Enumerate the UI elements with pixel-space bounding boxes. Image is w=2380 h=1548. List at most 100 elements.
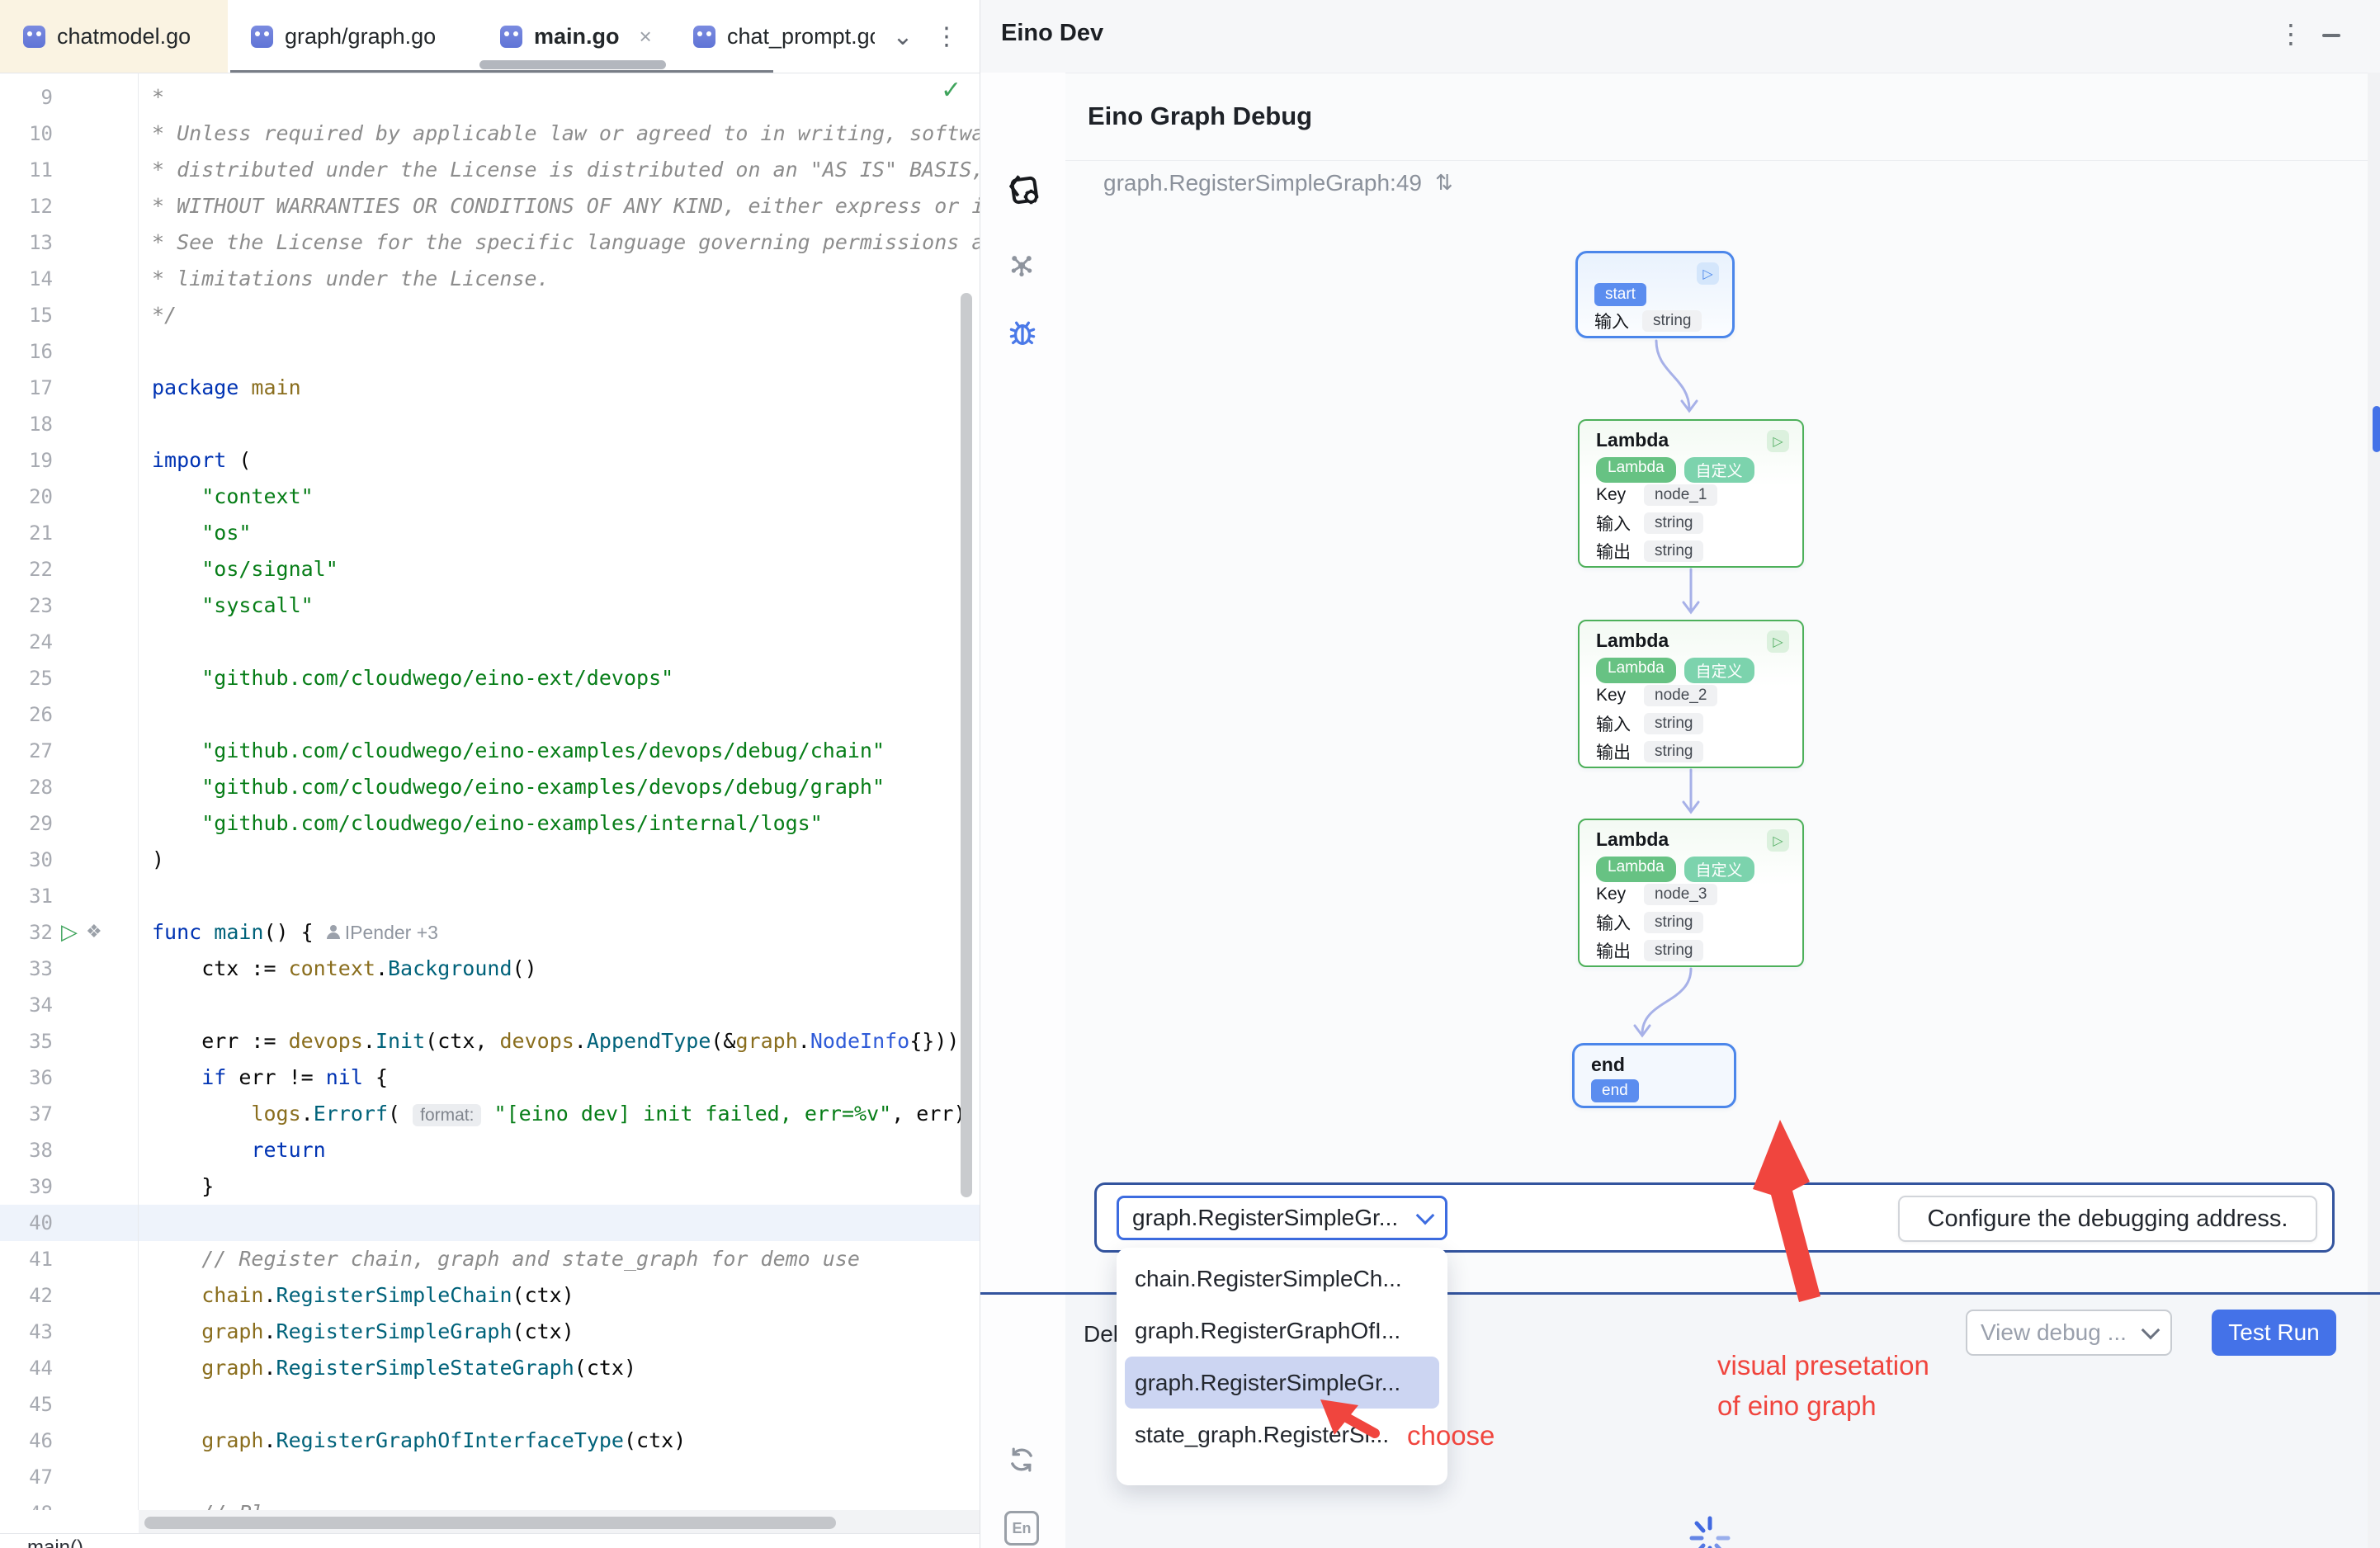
line-number: 39 [0, 1168, 53, 1205]
code-line: 10* Unless required by applicable law or… [0, 116, 980, 152]
code-editor[interactable]: 9*10* Unless required by applicable law … [0, 73, 980, 1510]
configure-address-button[interactable]: Configure the debugging address. [1898, 1196, 2317, 1242]
code-line: 17package main [0, 370, 980, 406]
node-type-badge: end [1591, 1079, 1639, 1102]
chevron-down-icon [2142, 1321, 2160, 1340]
line-number: 47 [0, 1459, 53, 1495]
gutter-divider [138, 73, 139, 1510]
graph-node-node_2[interactable]: Lambda▷Lambda自定义Keynode_2输入string输出strin… [1578, 620, 1804, 768]
code-line: 27 "github.com/cloudwego/eino-examples/d… [0, 733, 980, 769]
tab-chatmodel-go[interactable]: chatmodel.go [0, 0, 228, 73]
lambda-badge: Lambda [1596, 658, 1676, 683]
tab-label: chat_prompt.go [727, 24, 875, 50]
dropdown-option[interactable]: state_graph.RegisterSi... [1125, 1409, 1439, 1461]
code-line: 19import ( [0, 442, 980, 479]
lambda-badge: Lambda [1596, 857, 1676, 882]
code-line: 25 "github.com/cloudwego/eino-ext/devops… [0, 660, 980, 696]
code-line: 35 err := devops.Init(ctx, devops.Append… [0, 1023, 980, 1060]
line-number: 9 [0, 79, 53, 116]
code-line: 41 // Register chain, graph and state_gr… [0, 1241, 980, 1277]
line-number: 45 [0, 1386, 53, 1423]
line-number: 10 [0, 116, 53, 152]
line-number: 35 [0, 1023, 53, 1060]
graph-select-dropdown: chain.RegisterSimpleCh...graph.RegisterG… [1117, 1248, 1447, 1485]
line-number: 20 [0, 479, 53, 515]
code-line: 32▷❖func main() { IPender +3 [0, 914, 980, 951]
chevron-down-icon [1416, 1206, 1435, 1225]
debug-control-bar: graph.RegisterSimpleGr... Configure the … [1094, 1182, 2335, 1253]
value-chip: string [1644, 540, 1703, 562]
graph-node-start[interactable]: ▷start输入string [1575, 251, 1735, 338]
line-number: 27 [0, 733, 53, 769]
dropdown-option[interactable]: chain.RegisterSimpleCh... [1125, 1253, 1439, 1305]
breadcrumb[interactable]: main() [27, 1536, 83, 1548]
line-number: 37 [0, 1096, 53, 1132]
tab-options-kebab-icon[interactable]: ⋮ [926, 0, 967, 73]
line-number: 14 [0, 261, 53, 297]
code-line: 31 [0, 878, 980, 914]
value-chip: node_2 [1644, 685, 1717, 706]
tab-label: main.go [534, 24, 620, 50]
type-chip: string [1642, 310, 1702, 332]
node-play-icon[interactable]: ▷ [1697, 262, 1719, 285]
line-number: 42 [0, 1277, 53, 1314]
line-number: 18 [0, 406, 53, 442]
test-run-button[interactable]: Test Run [2212, 1310, 2336, 1356]
code-line: 12* WITHOUT WARRANTIES OR CONDITIONS OF … [0, 188, 980, 224]
line-number: 16 [0, 333, 53, 370]
node-play-icon[interactable]: ▷ [1767, 829, 1789, 852]
node-title: Lambda [1596, 429, 1669, 451]
lambda-badge: Lambda [1596, 457, 1676, 483]
code-line: 14* limitations under the License. [0, 261, 980, 297]
go-file-icon [500, 26, 522, 48]
graph-select-value: graph.RegisterSimpleGr... [1132, 1205, 1398, 1231]
panel-scrollbar-track[interactable] [2368, 73, 2380, 1548]
line-number: 13 [0, 224, 53, 261]
line-number: 31 [0, 878, 53, 914]
value-chip: string [1644, 512, 1703, 534]
author-icon [326, 925, 340, 939]
code-line: 37 logs.Errorf( format: "[eino dev] init… [0, 1096, 980, 1132]
tab-graph-graph-go[interactable]: graph/graph.go [228, 0, 475, 73]
editor-vertical-scrollbar[interactable] [961, 293, 972, 1197]
dropdown-option[interactable]: graph.RegisterGraphOfI... [1125, 1305, 1439, 1357]
line-number: 23 [0, 588, 53, 624]
code-line: 36 if err != nil { [0, 1060, 980, 1096]
run-profile-icon[interactable]: ❖ [86, 914, 102, 951]
run-main-icon[interactable]: ▷ [61, 914, 78, 951]
dropdown-option[interactable]: graph.RegisterSimpleGr... [1125, 1357, 1439, 1409]
custom-badge: 自定义 [1684, 658, 1754, 683]
line-number: 46 [0, 1423, 53, 1459]
line-number: 28 [0, 769, 53, 805]
code-line: 33 ctx := context.Background() [0, 951, 980, 987]
line-number: 12 [0, 188, 53, 224]
code-line: 26 [0, 696, 980, 733]
line-number: 21 [0, 515, 53, 551]
code-line: 16 [0, 333, 980, 370]
line-number: 25 [0, 660, 53, 696]
chevron-down-icon[interactable]: ⌄ [882, 0, 923, 73]
node-play-icon[interactable]: ▷ [1767, 630, 1789, 653]
line-number: 29 [0, 805, 53, 842]
graph-node-node_3[interactable]: Lambda▷Lambda自定义Keynode_3输入string输出strin… [1578, 819, 1804, 967]
code-line: 15*/ [0, 297, 980, 333]
line-number: 11 [0, 152, 53, 188]
graph-select[interactable]: graph.RegisterSimpleGr... [1117, 1196, 1447, 1240]
line-number: 30 [0, 842, 53, 878]
value-chip: string [1644, 713, 1703, 734]
graph-node-node_1[interactable]: Lambda▷Lambda自定义Keynode_1输入string输出strin… [1578, 419, 1804, 568]
node-title: end [1591, 1054, 1625, 1076]
code-line: 28 "github.com/cloudwego/eino-examples/d… [0, 769, 980, 805]
editor-horizontal-scrollbar-thumb[interactable] [144, 1517, 836, 1529]
code-line: 30) [0, 842, 980, 878]
custom-badge: 自定义 [1684, 457, 1754, 483]
value-chip: string [1644, 912, 1703, 933]
tab-close-icon[interactable]: × [640, 24, 652, 50]
graph-node-end[interactable]: end end [1572, 1043, 1736, 1108]
editor-pane: chatmodel.go graph/graph.go main.go × ch… [0, 0, 980, 1548]
view-debug-select[interactable]: View debug ... [1966, 1310, 2172, 1356]
panel-scrollbar-thumb[interactable] [2373, 406, 2380, 452]
line-number: 19 [0, 442, 53, 479]
node-play-icon[interactable]: ▷ [1767, 430, 1789, 452]
tab-chat-prompt-go[interactable]: chat_prompt.go [670, 0, 875, 73]
